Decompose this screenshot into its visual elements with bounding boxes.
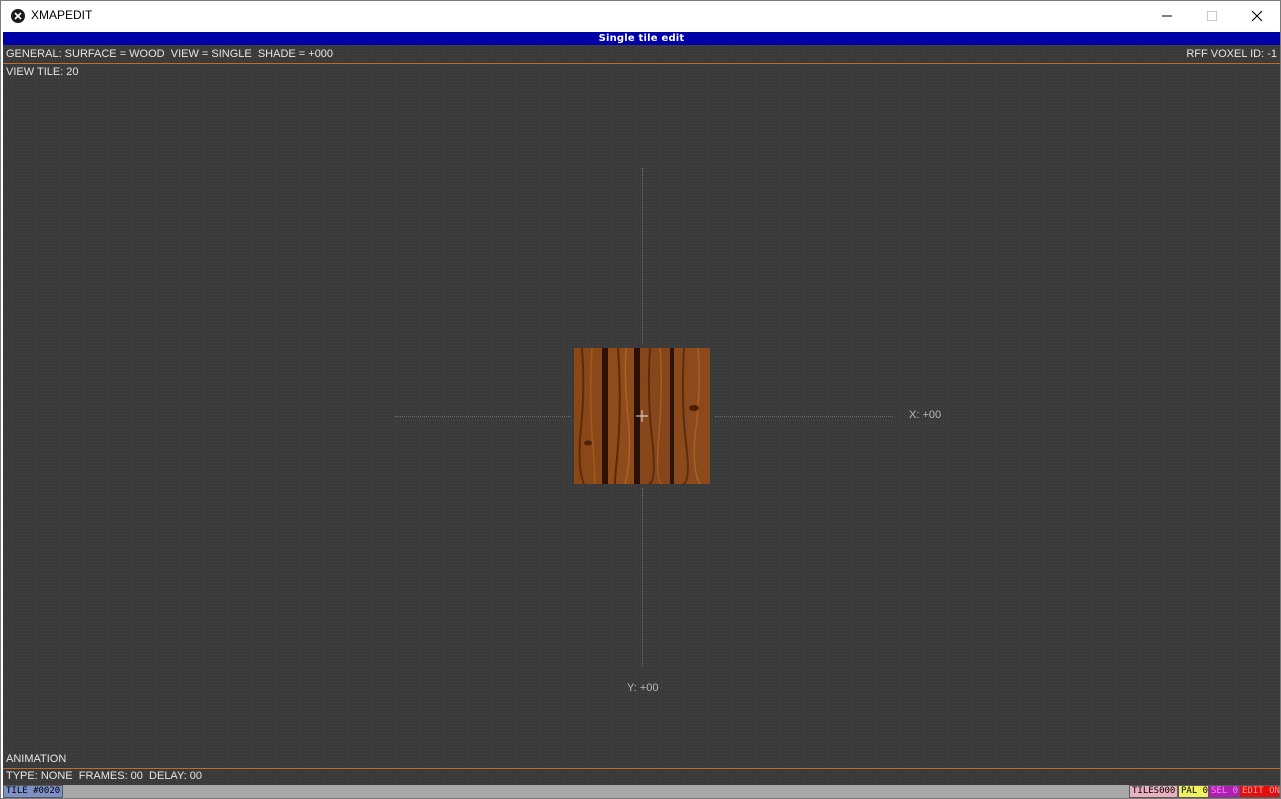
status-tile-number: TILE #0020: [3, 785, 64, 798]
maximize-button[interactable]: [1189, 1, 1235, 31]
minimize-button[interactable]: [1144, 1, 1190, 31]
animation-heading: ANIMATION: [6, 753, 67, 765]
top-divider: [3, 63, 1280, 64]
animation-details: TYPE: NONE FRAMES: 00 DELAY: 00: [6, 770, 203, 782]
tile-preview[interactable]: [574, 348, 710, 484]
y-coordinate: Y: +00: [627, 682, 659, 694]
view-tile-info: VIEW TILE: 20: [6, 66, 79, 78]
minimize-icon: [1162, 15, 1172, 17]
app-icon: [11, 9, 25, 23]
status-edit-mode: EDIT ON: [1239, 785, 1280, 798]
status-bar: TILE #0020 TILES000 PAL 0 SEL 0 EDIT ON: [3, 785, 1280, 798]
maximize-icon: [1207, 11, 1217, 21]
app-window: XMAPEDIT Single tile edit GENERAL: SURFA…: [0, 0, 1281, 799]
general-info: GENERAL: SURFACE = WOOD VIEW = SINGLE SH…: [6, 48, 334, 60]
window-title: XMAPEDIT: [31, 8, 93, 22]
title-bar[interactable]: XMAPEDIT: [1, 1, 1280, 31]
close-icon: [1251, 10, 1263, 22]
y-axis-guide-bottom: [642, 488, 643, 666]
editor-canvas[interactable]: Single tile edit GENERAL: SURFACE = WOOD…: [3, 32, 1280, 798]
x-axis-guide-left: [395, 416, 571, 417]
x-axis-guide-right: [715, 416, 893, 417]
status-selection: SEL 0: [1208, 785, 1242, 798]
y-axis-guide-top: [642, 168, 643, 344]
mode-header: Single tile edit: [3, 32, 1280, 45]
status-palette: PAL 0: [1178, 785, 1212, 798]
bottom-divider: [3, 768, 1280, 769]
voxel-info: RFF VOXEL ID: -1: [1186, 48, 1277, 60]
status-tiles: TILES000: [1129, 785, 1179, 798]
close-button[interactable]: [1234, 1, 1280, 31]
x-coordinate: X: +00: [909, 409, 942, 421]
